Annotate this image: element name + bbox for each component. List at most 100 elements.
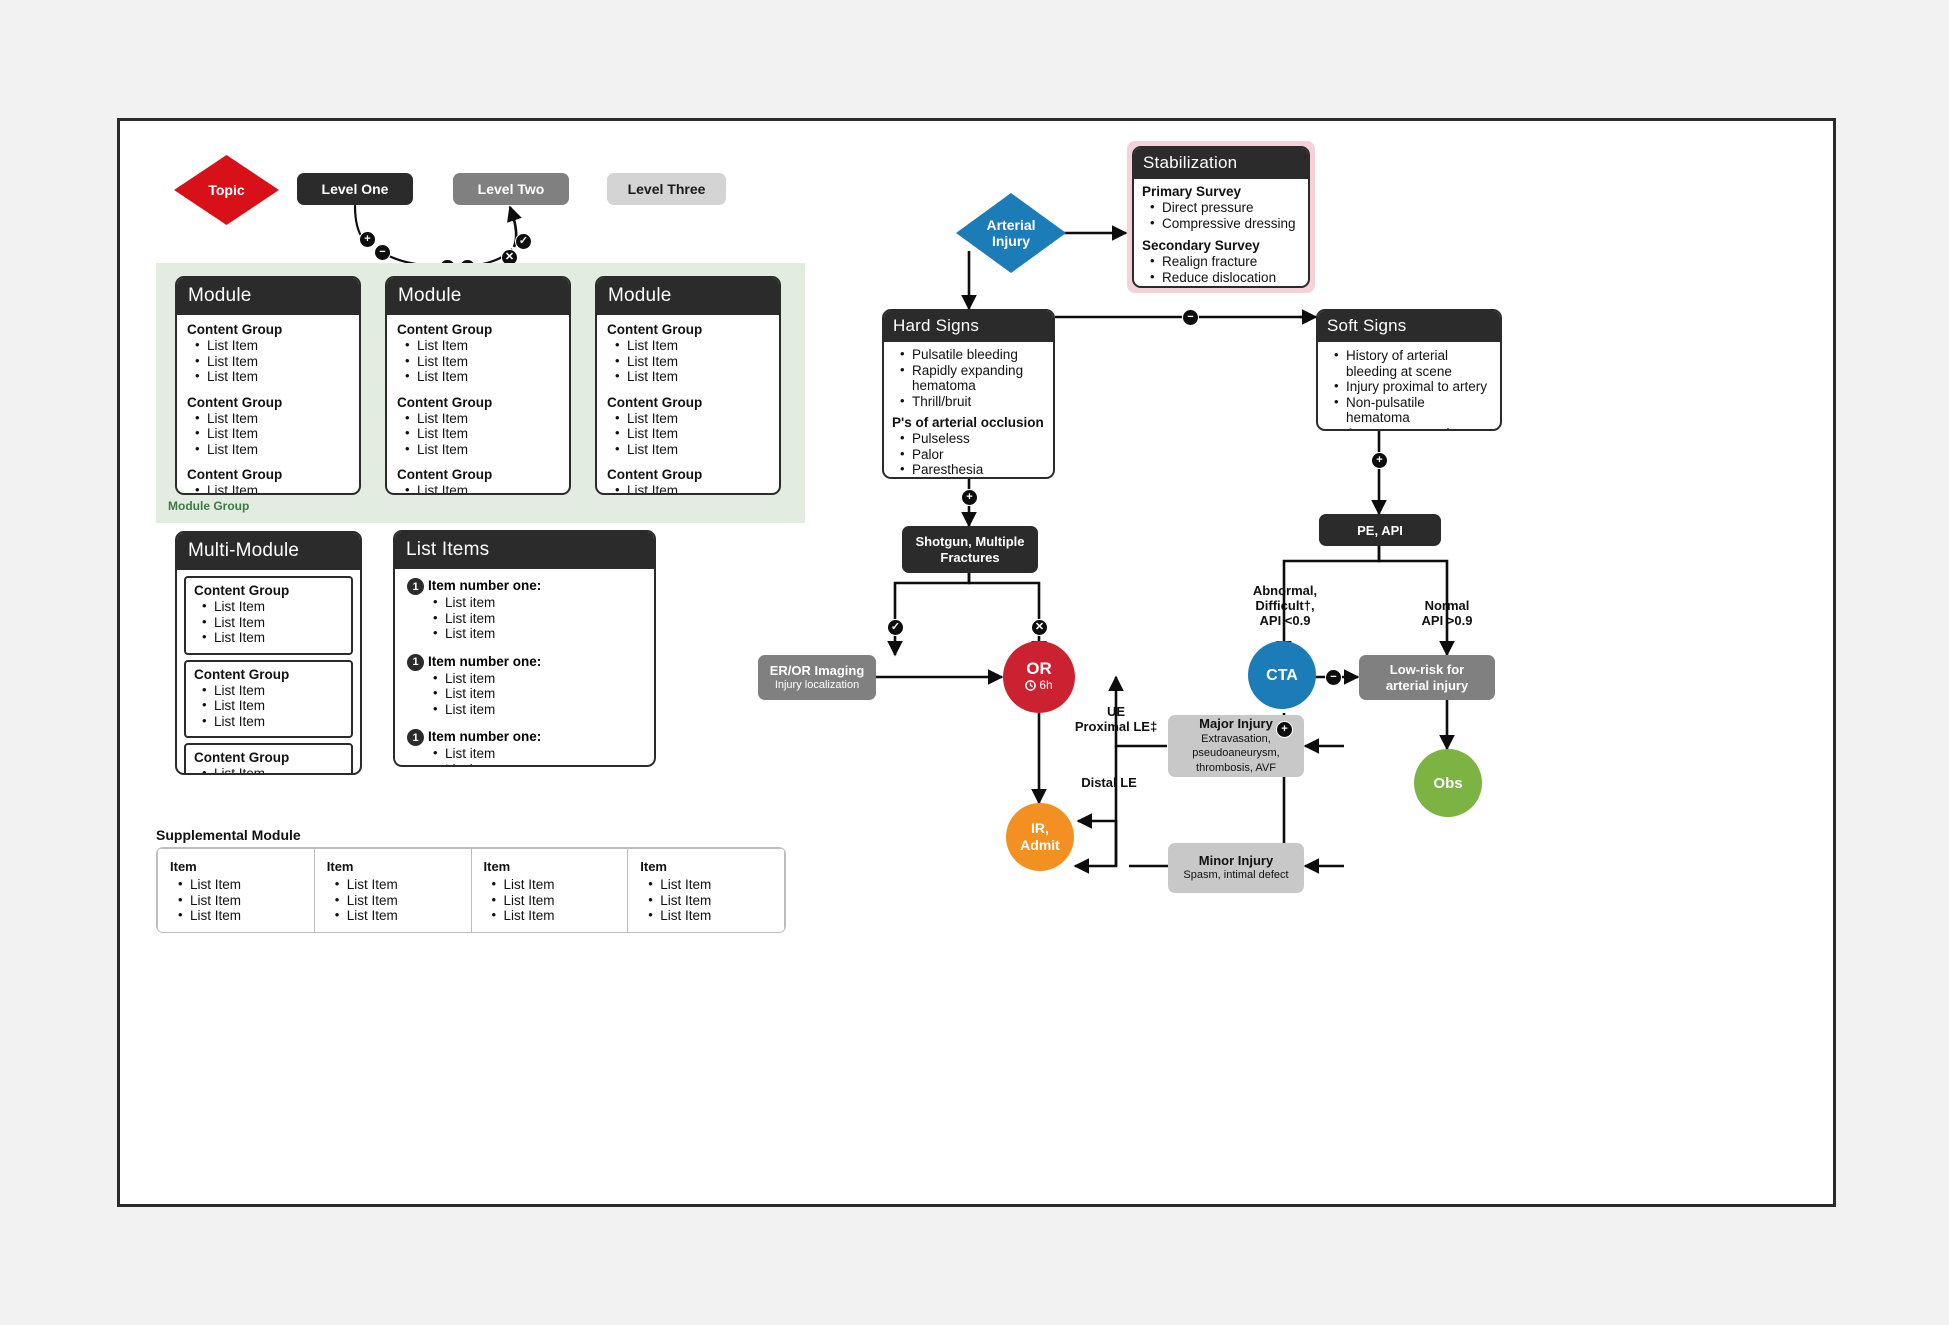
flow-badge-minus-glyph: − [1187,311,1194,323]
major-injury-title: Major Injury [1199,716,1273,731]
list-item: List item [433,761,642,765]
multi-module-section: Content Group List Item List Item List I… [184,659,353,738]
content-group-heading: Content Group [397,322,493,337]
content-group-list: List Item List Item List Item [202,682,343,730]
connector-badge-check-glyph: ✓ [518,235,529,247]
supplemental-col-2: Item List Item List Item List Item [313,848,472,932]
content-group-heading: Content Group [194,583,290,598]
list-item: Direct pressure [1150,199,1300,216]
legend-level-three[interactable]: Level Three [607,173,726,205]
list-item: List Item [405,368,559,385]
content-group-heading: Content Group [607,467,703,482]
multi-module-body: Content Group List Item List Item List I… [177,570,360,773]
column-list: List Item List Item List Item [335,876,459,924]
supplemental-table[interactable]: Item List Item List Item List Item Item … [156,847,786,933]
module-card-1[interactable]: Module Content Group List Item List Item… [175,276,361,495]
column-heading: Item [326,859,354,874]
list-item: List Item [405,337,559,354]
node-er-or-imaging[interactable]: ER/OR Imaging Injury localization [758,655,876,700]
minor-injury-title: Minor Injury [1198,853,1274,868]
soft-signs-list: History of arterial bleeding at scene In… [1334,347,1492,429]
major-injury-line2: pseudoaneurysm, [1192,747,1280,759]
flow-badge-plus-hard-shotgun[interactable]: + [961,489,978,506]
module-card-1-title: Module [177,278,359,315]
connector-badge-minus[interactable]: − [374,244,391,261]
list-item: List Item [405,425,559,442]
node-soft-signs[interactable]: Soft Signs History of arterial bleeding … [1316,309,1502,431]
flow-badge-minus-cta-lowrisk[interactable]: − [1325,669,1342,686]
list-item: List Item [615,353,769,370]
flow-badge-plus-soft-peapi[interactable]: + [1371,452,1388,469]
node-ir-admit[interactable]: IR, Admit [1006,803,1074,871]
module-card-3[interactable]: Module Content Group List Item List Item… [595,276,781,495]
hard-signs-sub-heading: P's of arterial occlusion [892,415,1044,430]
label-abnormal-line3: API <0.9 [1259,613,1311,628]
flow-badge-cross-or[interactable]: ✕ [1031,619,1048,636]
list-item: List Item [405,482,559,493]
stabilization-g1-heading: Primary Survey [1142,184,1242,199]
label-normal-line2: API >0.9 [1421,613,1473,628]
er-or-imaging-line1: ER/OR Imaging [769,662,865,678]
legend-topic-diamond[interactable]: Topic [174,155,279,225]
list-item: List Item [195,368,349,385]
list-item: List item [433,745,642,762]
list-item: List Item [195,410,349,427]
flow-badge-check-erimaging[interactable]: ✓ [887,619,904,636]
module-card-2[interactable]: Module Content Group List Item List Item… [385,276,571,495]
connector-badge-plus-glyph: + [364,233,371,245]
numbered-entry: 1 Item number one: List item List item Li… [407,578,642,642]
hard-signs-title: Hard Signs [884,311,1053,342]
list-item: List Item [335,892,459,909]
node-or[interactable]: OR 6h [1003,641,1075,713]
content-group-heading: Content Group [187,322,283,337]
stabilization-title: Stabilization [1134,148,1308,179]
list-item: List Item [202,598,343,615]
list-item: List Item [648,876,772,893]
list-items-card[interactable]: List Items 1Item number one: List item L… [393,530,656,767]
content-group-list: List Item List Item List Item [615,410,769,458]
legend-level-one[interactable]: Level One [297,173,413,205]
number-badge: 1 [407,729,424,746]
connector-badge-plus[interactable]: + [359,231,376,248]
numbered-entry-list: List item List item List item [433,594,642,642]
node-cta[interactable]: CTA [1248,641,1316,709]
node-hard-signs[interactable]: Hard Signs Pulsatile bleeding Rapidly ex… [882,309,1055,479]
minor-injury-sub: Spasm, intimal defect [1183,869,1289,881]
module-card-3-title: Module [597,278,779,315]
node-pe-api[interactable]: PE, API [1319,514,1441,546]
stabilization-g2-list: Realign fracture Reduce dislocation [1150,253,1300,285]
list-items-body: 1 Item number one: List item List item Li… [395,569,654,765]
ir-admit-line2: Admit [1020,837,1060,853]
major-injury-line3: thrombosis, AVF [1196,761,1276,774]
low-risk-line2: arterial injury [1385,677,1469,693]
node-low-risk[interactable]: Low-risk for arterial injury [1359,655,1495,700]
content-group-heading: Content Group [194,666,290,682]
flow-badge-minus-hard-soft[interactable]: − [1182,309,1199,326]
node-obs[interactable]: Obs [1414,749,1482,817]
content-group-heading: Content Group [187,467,283,482]
node-shotgun[interactable]: Shotgun, Multiple Fractures [902,526,1038,573]
content-group-list: List Item List Item List Item [405,482,559,493]
numbered-entry-heading: Item number one: [428,578,542,593]
label-ue-line1: UE [1106,704,1126,719]
node-arterial-injury[interactable]: Arterial Injury [956,193,1066,273]
shotgun-line2: Fractures [940,549,1000,565]
list-item: List Item [615,410,769,427]
connector-badge-check[interactable]: ✓ [515,233,532,250]
content-group-list: List Item List Item List Item [202,598,343,646]
list-item: Palor [900,446,1045,463]
node-minor-injury[interactable]: Minor Injury Spasm, intimal defect [1168,843,1304,893]
content-group-heading: Content Group [397,394,493,410]
list-item: List Item [195,353,349,370]
legend-level-two[interactable]: Level Two [453,173,569,205]
flow-badge-plus-cta[interactable]: + [1276,721,1293,738]
flow-badge-check-glyph: ✓ [890,621,901,633]
node-stabilization[interactable]: Stabilization Primary Survey Direct pres… [1132,146,1310,288]
module-card-2-body: Content Group List Item List Item List I… [387,315,569,493]
multi-module-card[interactable]: Multi-Module Content Group List Item Lis… [175,531,362,775]
content-group-heading: Content Group [607,394,703,410]
numbered-entry-heading: Item number one: [428,729,542,744]
list-item: List Item [178,907,302,924]
supplemental-col-3: Item List Item List Item List Item [470,848,629,932]
obs-label: Obs [1433,774,1463,792]
